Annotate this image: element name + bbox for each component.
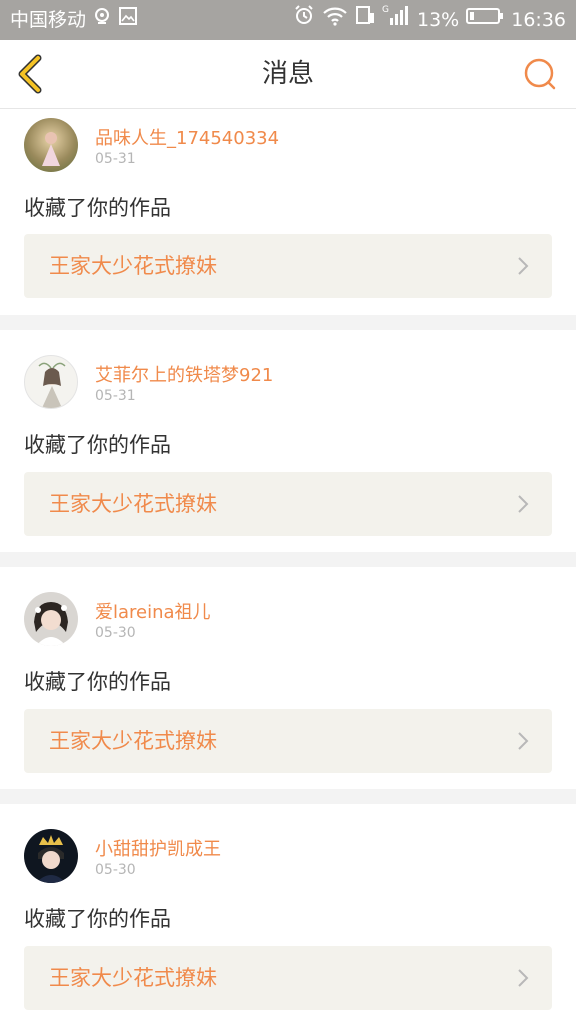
message-item: 爱lareina祖儿 05-30 收藏了你的作品 王家大少花式撩妹 [0,567,576,789]
navigation-header: 消息 [0,40,576,109]
chevron-right-icon [518,732,529,750]
message-item: 小甜甜护凯成王 05-30 收藏了你的作品 王家大少花式撩妹 [0,804,576,1026]
divider [0,315,576,330]
username[interactable]: 艾菲尔上的铁塔梦921 [95,361,273,387]
work-title: 王家大少花式撩妹 [49,492,217,516]
search-icon [524,58,556,90]
battery-icon [466,0,504,40]
action-text: 收藏了你的作品 [24,907,171,931]
username[interactable]: 爱lareina祖儿 [95,598,211,624]
network-type-label: G [382,5,389,15]
message-date: 05-30 [95,862,136,878]
avatar[interactable] [24,355,78,409]
action-text: 收藏了你的作品 [24,196,171,220]
message-date: 05-31 [95,151,136,167]
work-title: 王家大少花式撩妹 [49,966,217,990]
work-title: 王家大少花式撩妹 [49,729,217,753]
divider [0,552,576,567]
clock-time: 16:36 [511,9,566,31]
alarm-icon [293,0,315,40]
page-title: 消息 [261,59,314,89]
work-title: 王家大少花式撩妹 [49,254,217,278]
username[interactable]: 品味人生_174540334 [95,124,279,150]
cell-signal-icon: G [382,0,410,40]
avatar[interactable] [24,829,78,883]
work-link[interactable]: 王家大少花式撩妹 [24,709,552,773]
action-text: 收藏了你的作品 [24,670,171,694]
carrier-name: 中国移动 [10,9,87,31]
wifi-icon [322,0,348,40]
work-link[interactable]: 王家大少花式撩妹 [24,234,552,298]
status-bar: 中国移动 G 13% 16:36 [0,0,576,40]
avatar[interactable] [24,118,78,172]
chevron-right-icon [518,969,529,987]
username[interactable]: 小甜甜护凯成王 [95,835,221,861]
image-icon [118,0,138,40]
message-date: 05-31 [95,388,136,404]
work-link[interactable]: 王家大少花式撩妹 [24,946,552,1010]
avatar[interactable] [24,592,78,646]
message-item: 品味人生_174540334 05-31 收藏了你的作品 王家大少花式撩妹 [0,109,576,315]
battery-percent: 13% [417,9,460,31]
sim-icon [355,0,375,40]
search-button[interactable] [522,56,558,92]
work-link[interactable]: 王家大少花式撩妹 [24,472,552,536]
message-date: 05-30 [95,625,136,641]
signal-location-icon [92,0,112,40]
chevron-right-icon [518,257,529,275]
action-text: 收藏了你的作品 [24,433,171,457]
message-item: 艾菲尔上的铁塔梦921 05-31 收藏了你的作品 王家大少花式撩妹 [0,330,576,552]
chevron-right-icon [518,495,529,513]
divider [0,789,576,804]
